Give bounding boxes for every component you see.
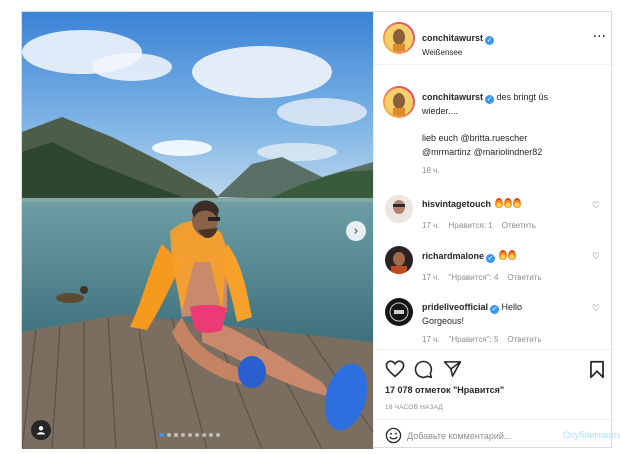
verified-badge-icon: ✓ <box>485 95 495 104</box>
next-slide-button[interactable]: › <box>346 221 366 241</box>
caption-time[interactable]: 18 ч. <box>422 166 440 175</box>
post-photo[interactable]: › <box>22 12 373 449</box>
comment-likes[interactable]: Нравится: 1 <box>449 221 493 230</box>
bookmark-icon[interactable] <box>589 360 605 379</box>
comment-like-heart-icon[interactable]: ♡ <box>592 304 600 314</box>
fire-emoji-icon <box>503 198 512 208</box>
reply-button[interactable]: Ответить <box>502 221 536 230</box>
tagged-users-button[interactable] <box>31 420 51 440</box>
carousel-indicator <box>160 433 220 437</box>
avatar-image <box>385 246 413 274</box>
comments-list: conchitawurst ✓ des bringt üs wieder.... … <box>374 66 614 349</box>
post-actions: 17 078 отметок "Нравится" 18 ЧАСОВ НАЗАД… <box>374 349 620 450</box>
fire-emoji-icon <box>507 250 516 260</box>
carousel-dot <box>181 433 185 437</box>
comment-text-line2: Gorgeous! <box>422 316 465 326</box>
more-options-icon[interactable]: ··· <box>593 29 606 45</box>
comment-likes[interactable]: "Нравится": 5 <box>449 335 499 344</box>
emoji-smile-icon[interactable] <box>385 427 402 444</box>
comment-username[interactable]: prideliveofficial <box>422 302 488 312</box>
comment-username[interactable]: hisvintagetouch <box>422 199 491 209</box>
caption-avatar[interactable] <box>385 88 413 116</box>
comment-time[interactable]: 17 ч. <box>422 335 440 344</box>
fire-emoji-icon <box>512 198 521 208</box>
avatar[interactable] <box>385 24 413 52</box>
avatar-image <box>385 24 413 52</box>
instagram-post: › conchitawurst ✓ Weißensee ··· conchita… <box>21 11 620 450</box>
fire-emoji-icon <box>498 250 507 260</box>
caption-text-line4: @mrmartinz @mariolindner82 <box>422 147 543 157</box>
carousel-dot <box>202 433 206 437</box>
user-icon <box>37 426 45 435</box>
avatar-image <box>385 195 413 223</box>
comment-avatar[interactable] <box>385 195 413 223</box>
like-heart-icon[interactable] <box>385 360 405 378</box>
comment-input[interactable] <box>407 428 562 444</box>
carousel-dot <box>195 433 199 437</box>
share-icon[interactable] <box>443 360 462 378</box>
post-image <box>22 12 373 449</box>
post-sidebar: conchitawurst ✓ Weißensee ··· conchitawu… <box>373 12 620 450</box>
reply-button[interactable]: Ответить <box>507 273 541 282</box>
comment-username[interactable]: richardmalone <box>422 251 484 261</box>
comment-like-heart-icon[interactable]: ♡ <box>592 252 600 262</box>
verified-badge-icon: ✓ <box>485 36 495 45</box>
comment-icon[interactable] <box>414 360 433 379</box>
chevron-right-icon: › <box>353 223 359 239</box>
caption-text-line3: lieb euch @britta.ruescher <box>422 133 528 143</box>
avatar-image <box>385 298 413 326</box>
comment-time[interactable]: 17 ч. <box>422 273 440 282</box>
carousel-dot <box>167 433 171 437</box>
location-link[interactable]: Weißensee <box>422 48 494 57</box>
comment-avatar[interactable] <box>385 246 413 274</box>
author-username[interactable]: conchitawurst <box>422 33 483 43</box>
reply-button[interactable]: Ответить <box>507 335 541 344</box>
post-header: conchitawurst ✓ Weißensee ··· <box>374 12 614 65</box>
caption-text-line2: wieder.... <box>422 106 459 116</box>
fire-emoji-icon <box>494 198 503 208</box>
verified-badge-icon: ✓ <box>490 305 500 314</box>
add-comment-bar: Опубликовать <box>374 419 620 450</box>
publish-button[interactable]: Опубликовать <box>563 430 620 440</box>
carousel-dot <box>160 433 164 437</box>
comment-like-heart-icon[interactable]: ♡ <box>592 201 600 211</box>
carousel-dot <box>216 433 220 437</box>
carousel-dot <box>209 433 213 437</box>
verified-badge-icon: ✓ <box>486 254 496 263</box>
comment-likes[interactable]: "Нравится": 4 <box>449 273 499 282</box>
caption-text-line1: des bringt üs <box>496 92 549 102</box>
comment-time[interactable]: 17 ч. <box>422 221 440 230</box>
carousel-dot <box>188 433 192 437</box>
carousel-dot <box>174 433 178 437</box>
caption-username[interactable]: conchitawurst <box>422 92 483 102</box>
likes-count[interactable]: 17 078 отметок "Нравится" <box>385 385 504 395</box>
comment-text: Hello <box>501 302 523 312</box>
post-time[interactable]: 18 ЧАСОВ НАЗАД <box>385 404 443 411</box>
comment-avatar[interactable] <box>385 298 413 326</box>
avatar-image <box>385 88 413 116</box>
